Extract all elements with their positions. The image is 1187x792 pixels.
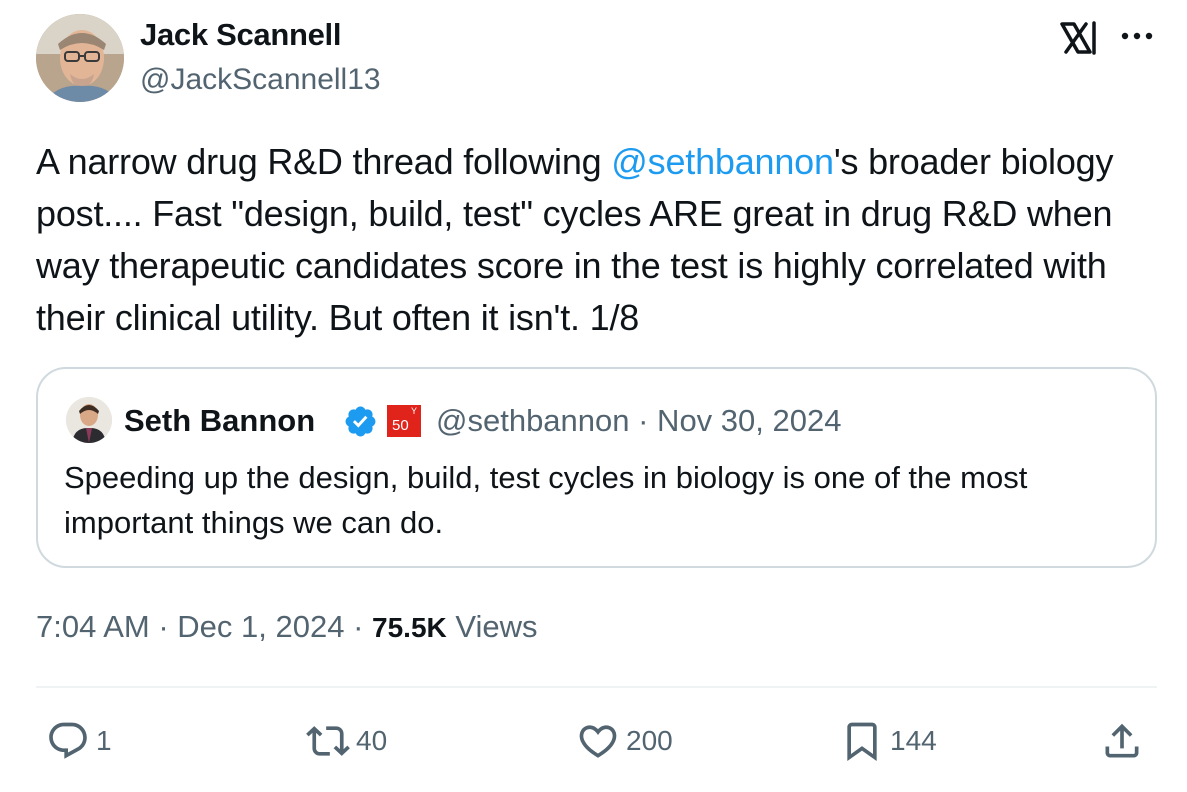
retweet-count: 40: [356, 725, 388, 756]
more-icon[interactable]: [1117, 22, 1157, 50]
like-icon: [579, 725, 617, 758]
divider: [36, 686, 1157, 688]
quoted-text: Speeding up the design, build, test cycl…: [64, 460, 1028, 540]
share-button[interactable]: [1100, 718, 1144, 764]
author-handle[interactable]: @JackScannell13: [140, 63, 381, 97]
quoted-avatar[interactable]: [66, 397, 112, 443]
yc-badge: 50 Y: [387, 405, 421, 437]
like-count: 200: [626, 725, 673, 756]
author-name[interactable]: Jack Scannell: [140, 17, 341, 53]
quoted-author-name[interactable]: Seth Bannon: [124, 403, 315, 439]
author-avatar[interactable]: [36, 14, 124, 102]
verified-icon: [345, 406, 376, 437]
yc-badge-number: 50: [392, 417, 409, 434]
x-logo-icon[interactable]: [1058, 20, 1098, 56]
reply-button[interactable]: 1: [46, 718, 112, 764]
quoted-avatar-image: [66, 397, 112, 443]
reply-count: 1: [96, 725, 112, 756]
reply-icon: [49, 722, 87, 759]
retweet-icon: [306, 726, 350, 756]
tweet-meta: 7:04 AM · Dec 1, 2024 · 75.5K Views: [36, 609, 537, 645]
author-avatar-image: [36, 14, 124, 102]
tweet-text: A narrow drug R&D thread following @seth…: [36, 136, 1161, 344]
mention-link[interactable]: @sethbannon: [611, 141, 834, 182]
tweet-text-part: A narrow drug R&D thread following: [36, 141, 612, 182]
views-label: Views: [446, 609, 538, 644]
views-count: 75.5K: [372, 612, 447, 643]
timestamp[interactable]: 7:04 AM · Dec 1, 2024 ·: [36, 609, 372, 644]
bookmark-button[interactable]: 144: [840, 718, 937, 764]
yc-badge-letter: Y: [410, 406, 417, 416]
bookmark-icon: [847, 722, 877, 762]
like-button[interactable]: 200: [576, 718, 673, 764]
share-icon: [1105, 723, 1139, 758]
bookmark-count: 144: [890, 725, 937, 756]
quoted-tweet[interactable]: Seth Bannon 50 Y @sethbannon · Nov 30, 2…: [36, 367, 1157, 568]
retweet-button[interactable]: 40: [306, 718, 387, 764]
quoted-handle-date[interactable]: @sethbannon · Nov 30, 2024: [436, 403, 841, 439]
